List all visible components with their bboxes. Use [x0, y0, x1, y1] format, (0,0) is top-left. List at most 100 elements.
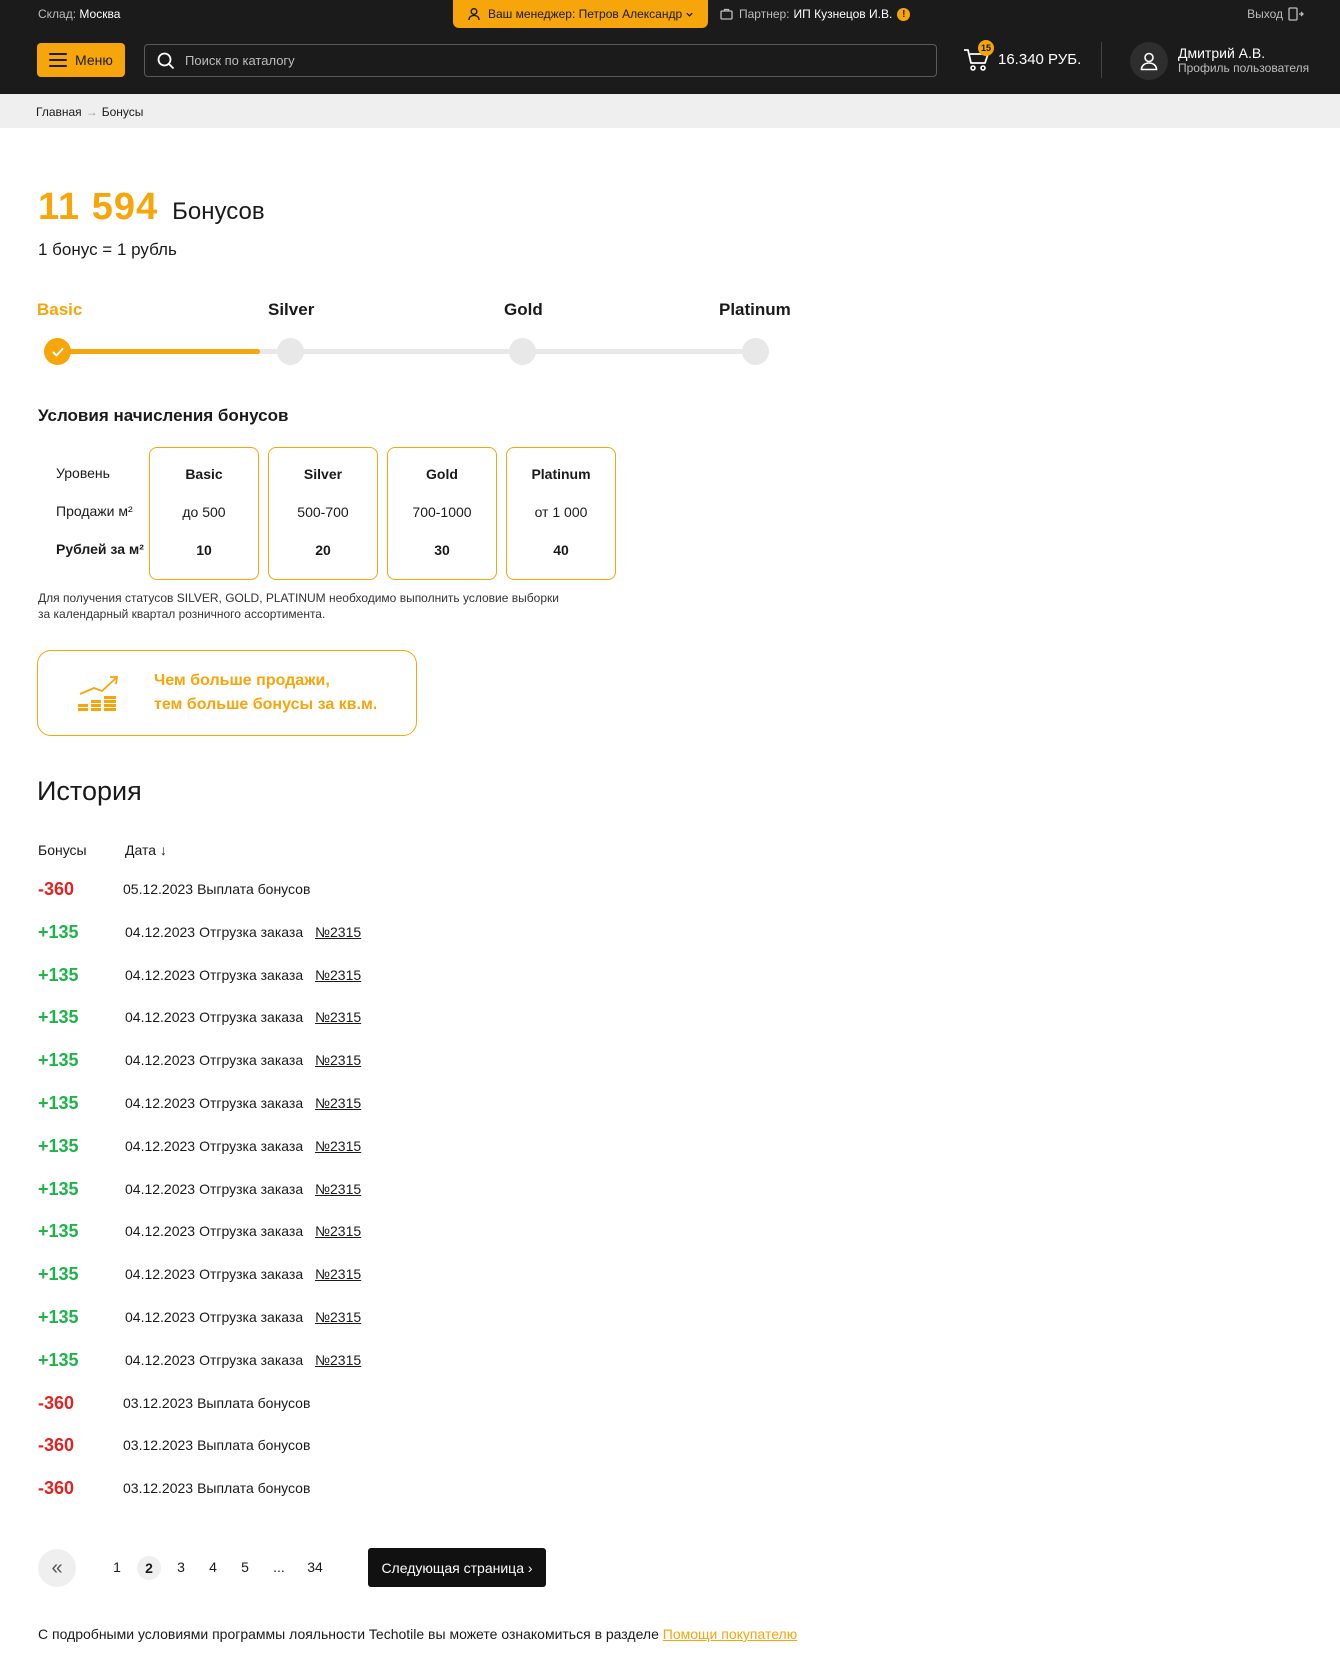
history-row: +135 04.12.2023 Отгрузка заказа №2315: [38, 1040, 638, 1083]
history-text: Отгрузка заказа: [199, 1094, 304, 1111]
history-row: +135 04.12.2023 Отгрузка заказа №2315: [38, 1126, 638, 1169]
level-dot-gold: [509, 338, 536, 365]
history-description: 04.12.2023 Отгрузка заказа: [125, 1052, 303, 1068]
history-text: Выплата бонусов: [197, 1437, 311, 1454]
logout-link[interactable]: Выход: [1247, 7, 1304, 21]
history-amount: +135: [38, 1178, 79, 1199]
partner-info[interactable]: Партнер: ИП Кузнецов И.В. !: [720, 7, 911, 21]
logout-label: Выход: [1247, 7, 1283, 21]
profile-button[interactable]: Дмитрий А.В. Профиль пользователя: [1130, 42, 1309, 80]
manager-dropdown[interactable]: Ваш менеджер: Петров Александр: [453, 0, 708, 28]
conditions-title: Условия начисления бонусов: [38, 406, 289, 425]
warning-icon[interactable]: !: [897, 7, 911, 21]
loyalty-note-text: С подробными условиями программы лояльно…: [38, 1626, 659, 1642]
history-date: 03.12.2023: [123, 1437, 194, 1454]
history-description: 04.12.2023 Отгрузка заказа: [125, 924, 303, 940]
history-description: 03.12.2023 Выплата бонусов: [123, 1437, 310, 1453]
history-row: +135 04.12.2023 Отгрузка заказа №2315: [38, 1211, 638, 1254]
history-row: -360 03.12.2023 Выплата бонусов: [38, 1425, 638, 1468]
conditions-note: Для получения статусов SILVER, GOLD, PLA…: [38, 590, 578, 622]
page-5[interactable]: 5: [233, 1559, 257, 1575]
history-row: +135 04.12.2023 Отгрузка заказа №2315: [38, 1083, 638, 1126]
card-sales: 500-700: [297, 504, 349, 520]
order-link[interactable]: №2315: [315, 1181, 361, 1197]
history-description: 04.12.2023 Отгрузка заказа: [125, 1266, 303, 1282]
page-ellipsis: ...: [273, 1559, 285, 1575]
page-4[interactable]: 4: [201, 1559, 225, 1575]
partner-label: Партнер:: [739, 7, 790, 21]
row-label-sales: Продажи м²: [56, 503, 133, 519]
manager-label: Ваш менеджер: Петров Александр: [488, 7, 683, 21]
history-date: 05.12.2023: [123, 881, 194, 897]
history-amount: +135: [38, 1306, 79, 1327]
page-3[interactable]: 3: [169, 1559, 193, 1575]
history-text: Отгрузка заказа: [199, 923, 304, 940]
history-text: Выплата бонусов: [197, 881, 311, 897]
condition-card-basic: Basic до 500 10: [149, 447, 259, 580]
history-date: 04.12.2023: [125, 1094, 196, 1111]
promo-line-2: тем больше бонусы за кв.м.: [154, 696, 378, 713]
history-date: 04.12.2023: [125, 1052, 196, 1069]
prev-page-button[interactable]: «: [38, 1549, 76, 1587]
buyer-help-link[interactable]: Помощи покупателю: [663, 1626, 797, 1642]
card-rub: 30: [434, 542, 450, 558]
header-divider: [1101, 42, 1102, 78]
history-description: 04.12.2023 Отгрузка заказа: [125, 1009, 303, 1025]
growth-coins-icon: [78, 676, 119, 711]
search-box[interactable]: [144, 44, 937, 77]
stock-info[interactable]: Склад: Москва: [38, 7, 120, 21]
history-text: Отгрузка заказа: [199, 1137, 304, 1154]
order-link[interactable]: №2315: [315, 1309, 361, 1325]
history-date: 04.12.2023: [125, 1180, 196, 1197]
condition-card-gold: Gold 700-1000 30: [387, 447, 497, 580]
history-amount: +135: [38, 1221, 79, 1242]
order-link[interactable]: №2315: [315, 1052, 361, 1068]
history-amount: +135: [38, 1092, 79, 1113]
next-page-button[interactable]: Следующая страница ›: [368, 1548, 546, 1587]
condition-card-platinum: Platinum от 1 000 40: [506, 447, 616, 580]
history-date: 04.12.2023: [125, 1308, 196, 1325]
col-date-sort[interactable]: Дата ↓: [125, 842, 167, 858]
search-input[interactable]: [185, 53, 885, 68]
order-link[interactable]: №2315: [315, 967, 361, 983]
history-description: 04.12.2023 Отгрузка заказа: [125, 1095, 303, 1111]
top-bar: Склад: Москва Ваш менеджер: Петров Алекс…: [0, 0, 1340, 28]
level-dot-basic: [44, 338, 71, 365]
order-link[interactable]: №2315: [315, 1009, 361, 1025]
profile-name: Дмитрий А.В.: [1178, 45, 1266, 61]
level-dot-silver: [277, 338, 304, 365]
history-text: Отгрузка заказа: [199, 1308, 304, 1325]
breadcrumb-home[interactable]: Главная: [36, 105, 82, 119]
card-sales: 700-1000: [412, 504, 472, 520]
note-line-2: за календарный квартал розничного ассорт…: [38, 607, 326, 621]
bonus-rate: 1 бонус = 1 рубль: [38, 240, 177, 259]
row-label-rub: Рублей за м²: [56, 541, 144, 557]
order-link[interactable]: №2315: [315, 1223, 361, 1239]
order-link[interactable]: №2315: [315, 1138, 361, 1154]
history-description: 05.12.2023 Выплата бонусов: [123, 881, 310, 897]
breadcrumb-current: Бонусы: [101, 105, 144, 119]
level-track-fill: [58, 349, 261, 354]
history-date: 04.12.2023: [125, 1223, 196, 1240]
history-text: Отгрузка заказа: [199, 1266, 304, 1283]
history-header: Бонусы Дата ↓: [38, 842, 167, 858]
card-rub: 20: [315, 542, 331, 558]
card-sales: до 500: [182, 504, 226, 520]
history-amount: -360: [38, 1435, 75, 1456]
level-dot-platinum: [742, 338, 769, 365]
col-bonus: Бонусы: [38, 842, 87, 858]
breadcrumb: Главная → Бонусы: [0, 94, 1340, 128]
page-34[interactable]: 34: [303, 1559, 327, 1575]
page-2-current[interactable]: 2: [137, 1556, 161, 1580]
cart-button[interactable]: 15 16.340 РУБ.: [962, 40, 1081, 74]
page-1[interactable]: 1: [105, 1559, 129, 1575]
cart-count-badge: 15: [978, 40, 994, 56]
history-amount: +135: [38, 921, 79, 942]
order-link[interactable]: №2315: [315, 924, 361, 940]
order-link[interactable]: №2315: [315, 1352, 361, 1368]
order-link[interactable]: №2315: [315, 1266, 361, 1282]
history-description: 03.12.2023 Выплата бонусов: [123, 1480, 310, 1496]
menu-button[interactable]: Меню: [37, 43, 125, 77]
row-label-level: Уровень: [56, 465, 110, 481]
order-link[interactable]: №2315: [315, 1095, 361, 1111]
